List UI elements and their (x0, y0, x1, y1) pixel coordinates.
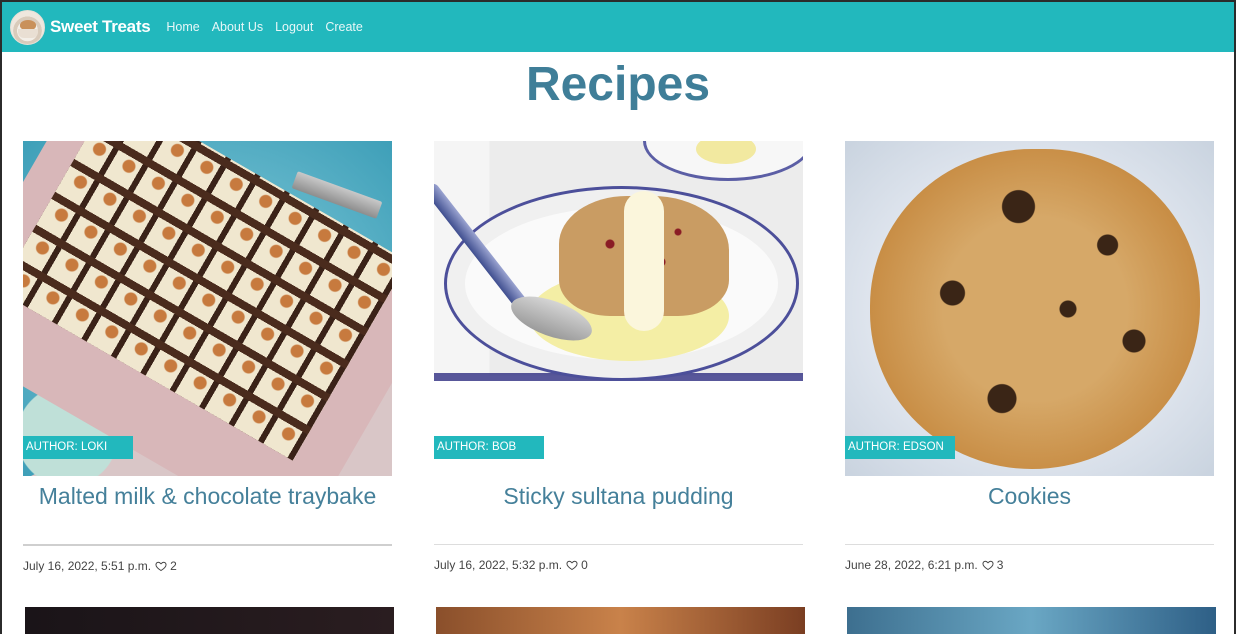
recipe-title[interactable]: Sticky sultana pudding (434, 484, 803, 520)
logo-icon (10, 9, 45, 45)
nav-link-create[interactable]: Create (325, 20, 363, 34)
nav-link-logout[interactable]: Logout (275, 20, 313, 34)
recipe-card[interactable]: AUTHOR: LOKI Malted milk & chocolate tra… (23, 141, 392, 573)
recipe-image[interactable]: AUTHOR: EDSON (845, 141, 1214, 476)
nav-link-about-us[interactable]: About Us (212, 20, 263, 34)
recipe-meta: July 16, 2022, 5:51 p.m. 2 (23, 559, 392, 573)
author-tag: AUTHOR: EDSON (845, 436, 955, 459)
heart-icon[interactable] (566, 559, 578, 571)
browser-viewport: Sweet Treats Home About Us Logout Create… (0, 0, 1236, 634)
brand-link[interactable]: Sweet Treats (10, 9, 151, 45)
divider (23, 544, 392, 546)
recipe-title[interactable]: Malted milk & chocolate traybake (23, 484, 392, 520)
divider (845, 544, 1214, 545)
recipe-meta: June 28, 2022, 6:21 p.m. 3 (845, 558, 1214, 572)
author-tag: AUTHOR: BOB (434, 436, 544, 459)
page-title: Recipes (525, 58, 711, 111)
recipe-image[interactable]: AUTHOR: LOKI (23, 141, 392, 476)
recipe-date: June 28, 2022, 6:21 p.m. (845, 558, 978, 572)
like-count: 2 (170, 559, 177, 573)
recipe-meta: July 16, 2022, 5:32 p.m. 0 (434, 558, 803, 572)
recipe-title[interactable]: Cookies (845, 484, 1214, 520)
like-count: 0 (581, 558, 588, 572)
recipe-card[interactable]: AUTHOR: BOB Sticky sultana pudding July … (434, 141, 803, 572)
nav-links: Home About Us Logout Create (166, 20, 375, 34)
heart-icon[interactable] (155, 560, 167, 572)
cookie-shape (870, 149, 1200, 469)
recipe-date: July 16, 2022, 5:51 p.m. (23, 559, 152, 573)
recipe-image-next-row[interactable] (436, 607, 805, 634)
recipe-image[interactable]: AUTHOR: BOB (434, 141, 803, 476)
like-count: 3 (996, 558, 1004, 572)
navbar: Sweet Treats Home About Us Logout Create (2, 2, 1234, 52)
recipe-image-next-row[interactable] (847, 607, 1216, 634)
divider (434, 544, 803, 545)
drizzle-shape (624, 191, 664, 331)
author-tag: AUTHOR: LOKI (23, 436, 133, 459)
brand-name: Sweet Treats (50, 17, 151, 36)
back-plate-shape (643, 141, 803, 181)
recipe-card[interactable]: AUTHOR: EDSON Cookies June 28, 2022, 6:2… (845, 141, 1214, 572)
heart-icon[interactable] (982, 559, 994, 571)
nav-link-home[interactable]: Home (166, 20, 199, 34)
recipe-image-next-row[interactable] (25, 607, 394, 634)
recipe-date: July 16, 2022, 5:32 p.m. (434, 558, 563, 572)
